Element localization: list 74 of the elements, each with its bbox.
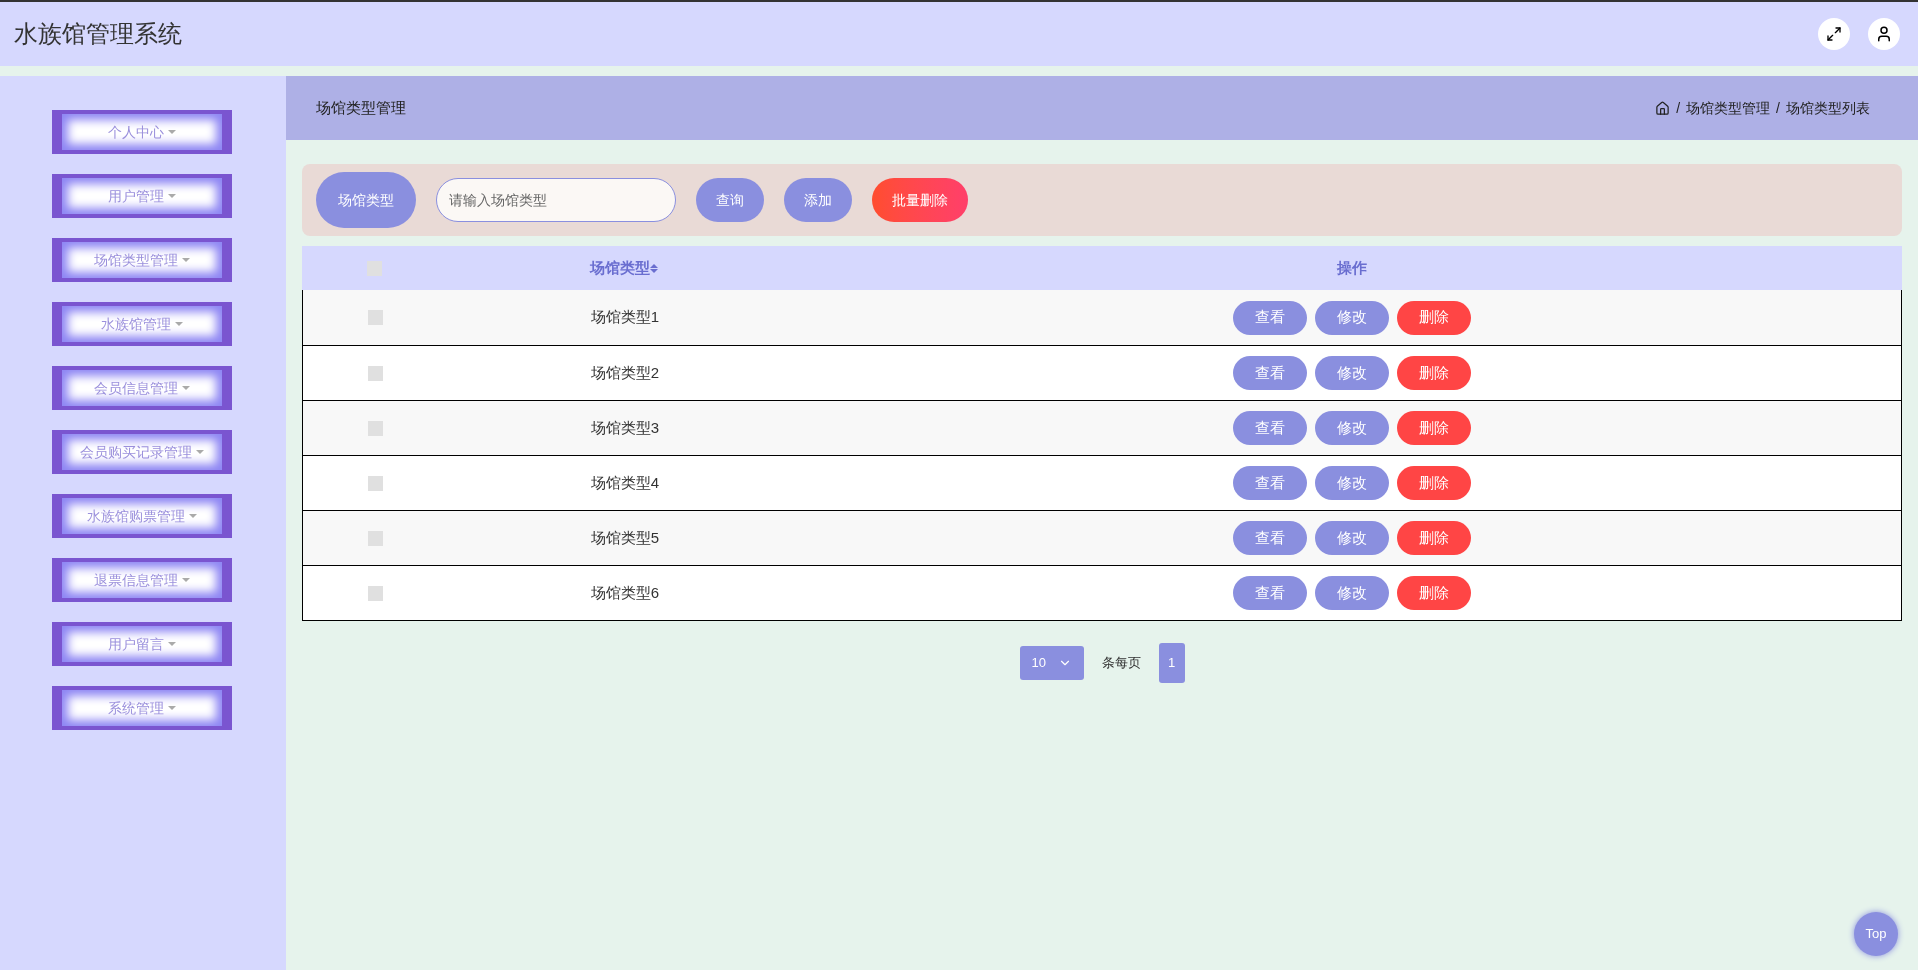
sidebar-item[interactable]: 水族馆购票管理 — [52, 494, 232, 538]
action-button[interactable]: 删除 — [1397, 300, 1471, 335]
action-button[interactable]: 修改 — [1315, 521, 1389, 555]
filter-label: 场馆类型 — [316, 172, 416, 228]
action-button[interactable]: 删除 — [1397, 411, 1471, 445]
action-button[interactable]: 删除 — [1397, 466, 1471, 500]
header-checkbox[interactable] — [366, 260, 382, 276]
app-title: 水族馆管理系统 — [14, 19, 182, 49]
breadcrumb-separator: / — [1676, 98, 1681, 118]
action-button[interactable]: 删除 — [1397, 356, 1471, 390]
page-size-label: 条每页 — [1101, 654, 1141, 673]
filter-button[interactable]: 批量删除 — [872, 178, 968, 222]
action-button[interactable]: 查看 — [1233, 300, 1307, 335]
sidebar-item[interactable]: 系统管理 — [52, 686, 232, 730]
page-size-select[interactable]: 10 — [1019, 646, 1084, 680]
action-button[interactable]: 查看 — [1233, 356, 1307, 390]
sidebar-item[interactable]: 会员信息管理 — [52, 366, 232, 410]
table-cell-text: 场馆类型1 — [590, 307, 660, 328]
table-cell-text: 场馆类型3 — [590, 417, 660, 438]
filter-button[interactable]: 添加 — [784, 178, 852, 222]
page-button[interactable]: 1 — [1158, 643, 1185, 683]
sidebar-item[interactable]: 水族馆管理 — [52, 302, 232, 346]
caret-icon — [196, 450, 204, 454]
caret-icon — [168, 130, 176, 134]
caret-icon — [168, 194, 176, 198]
expand-icon — [1826, 26, 1842, 42]
sidebar-item[interactable]: 会员购买记录管理 — [52, 430, 232, 474]
action-button[interactable]: 查看 — [1233, 466, 1307, 500]
user-button[interactable] — [1868, 18, 1900, 50]
sidebar-item[interactable]: 用户留言 — [52, 622, 232, 666]
action-button[interactable]: 查看 — [1233, 521, 1307, 555]
home-icon[interactable] — [1655, 100, 1671, 116]
fullscreen-button[interactable] — [1818, 18, 1850, 50]
sidebar-item[interactable]: 退票信息管理 — [52, 558, 232, 602]
user-icon — [1875, 25, 1893, 43]
action-button[interactable]: 修改 — [1315, 466, 1389, 500]
sidebar-item[interactable]: 个人中心 — [52, 110, 232, 154]
filter-button[interactable]: 查询 — [696, 178, 764, 222]
caret-icon — [182, 386, 190, 390]
action-button[interactable]: 删除 — [1397, 521, 1471, 555]
action-button[interactable]: 修改 — [1315, 576, 1389, 610]
row-checkbox[interactable] — [367, 310, 383, 325]
back-to-top-button[interactable]: Top — [1854, 912, 1898, 956]
sidebar-item[interactable]: 用户管理 — [52, 174, 232, 218]
action-button[interactable]: 查看 — [1233, 576, 1307, 610]
action-button[interactable]: 查看 — [1233, 411, 1307, 445]
table-cell-text: 场馆类型5 — [590, 527, 660, 548]
table-cell-text: 场馆类型2 — [590, 362, 660, 383]
table-cell-text: 场馆类型4 — [590, 472, 660, 493]
column-header[interactable]: 场馆类型 — [590, 256, 658, 280]
breadcrumb-link[interactable]: 场馆类型列表 — [1786, 97, 1870, 119]
row-checkbox[interactable] — [367, 585, 383, 601]
caret-icon — [189, 514, 197, 518]
row-checkbox[interactable] — [367, 475, 383, 491]
caret-icon — [175, 322, 183, 326]
action-button[interactable]: 删除 — [1397, 576, 1471, 610]
action-button[interactable]: 修改 — [1315, 411, 1389, 445]
caret-icon — [182, 258, 190, 262]
row-checkbox[interactable] — [367, 530, 383, 546]
breadcrumb-link[interactable]: 场馆类型管理 — [1686, 97, 1771, 119]
caret-icon — [168, 642, 176, 646]
sidebar-item[interactable]: 场馆类型管理 — [52, 238, 232, 282]
row-checkbox[interactable] — [367, 420, 383, 436]
caret-icon — [182, 578, 190, 582]
caret-icon — [168, 706, 176, 710]
action-button[interactable]: 修改 — [1315, 300, 1389, 335]
table-cell-text: 场馆类型6 — [590, 582, 660, 603]
row-checkbox[interactable] — [367, 365, 383, 381]
action-button[interactable]: 修改 — [1315, 356, 1389, 390]
breadcrumb-separator: / — [1776, 98, 1780, 118]
search-field[interactable]: 请输入场馆类型 — [436, 178, 676, 222]
column-header: 操作 — [1337, 257, 1367, 278]
sort-icon — [650, 263, 658, 273]
page-title: 场馆类型管理 — [316, 97, 406, 118]
